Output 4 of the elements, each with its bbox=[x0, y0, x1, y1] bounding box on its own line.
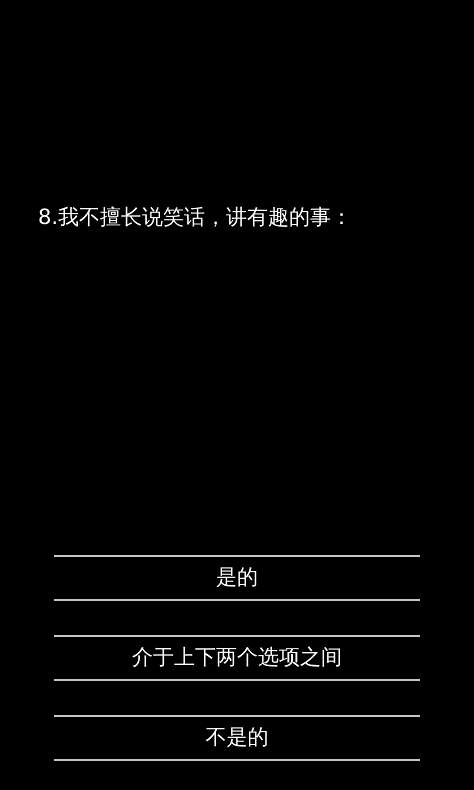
question-text: 8.我不擅长说笑话，讲有趣的事： bbox=[38, 204, 354, 231]
answer-option[interactable]: 不是的 bbox=[54, 715, 420, 761]
answer-option[interactable]: 是的 bbox=[54, 555, 420, 601]
answer-option[interactable]: 介于上下两个选项之间 bbox=[54, 635, 420, 681]
